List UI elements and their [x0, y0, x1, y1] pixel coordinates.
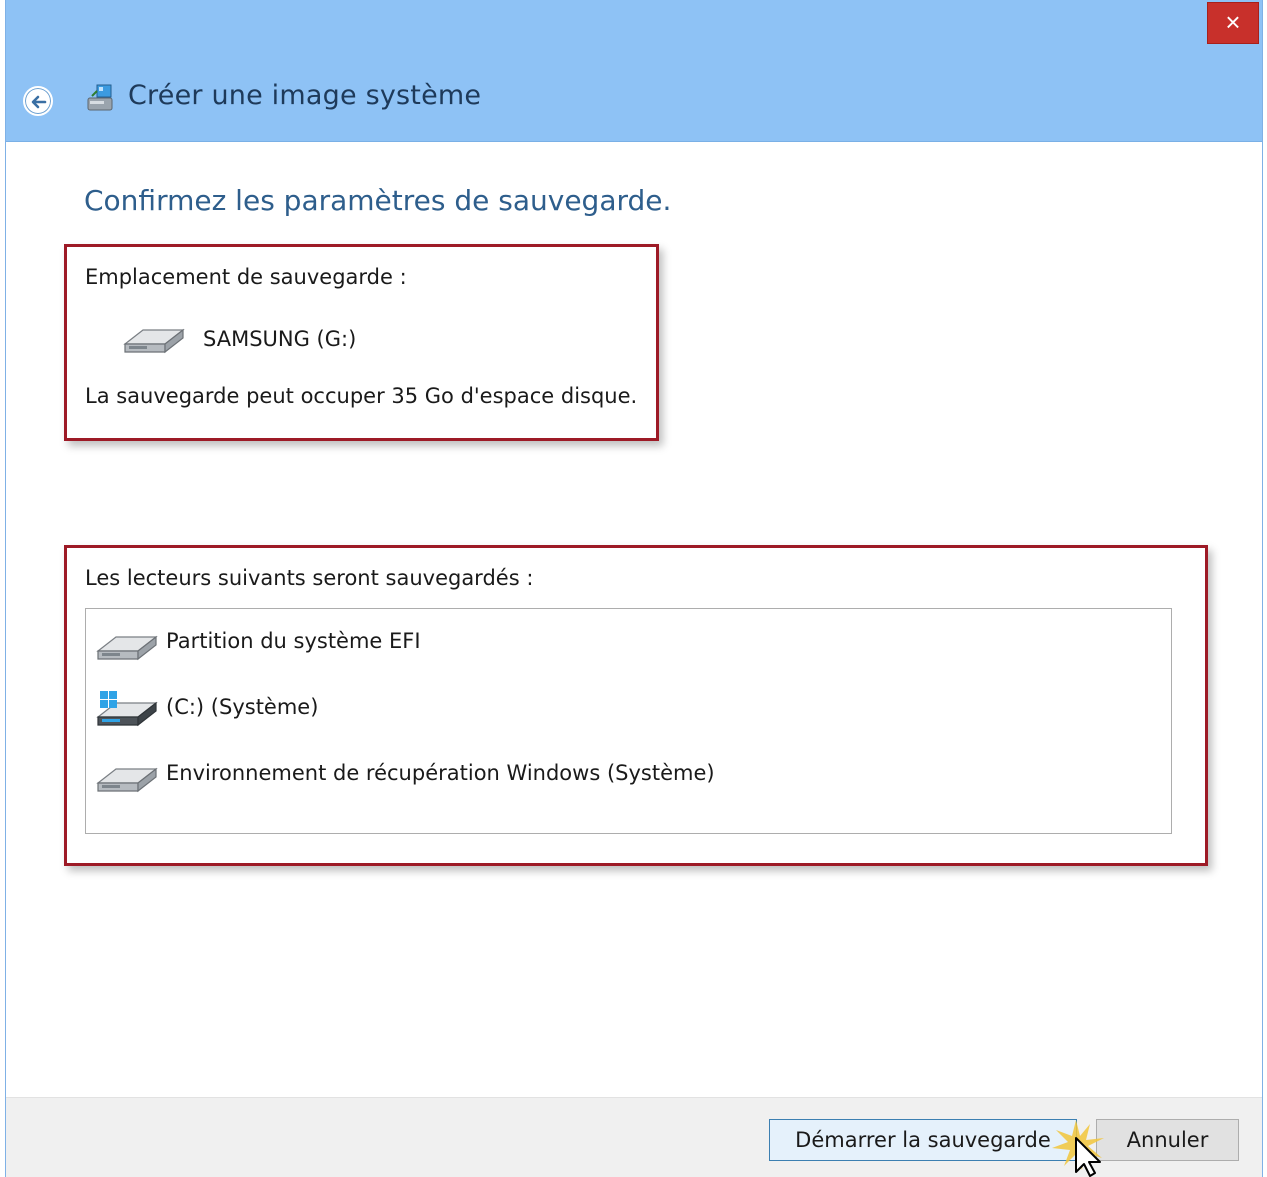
- drive-label: Environnement de récupération Windows (S…: [166, 761, 715, 785]
- close-button[interactable]: ×: [1207, 2, 1259, 44]
- hard-drive-icon: [96, 767, 158, 793]
- hard-drive-icon: [123, 328, 185, 354]
- title-bar: × Créer une image système: [6, 0, 1262, 142]
- system-image-icon: [87, 84, 113, 111]
- click-cursor-icon: [1052, 1120, 1104, 1177]
- location-title: Emplacement de sauvegarde :: [85, 265, 407, 289]
- drive-label: Partition du système EFI: [166, 629, 421, 653]
- location-drive-name: SAMSUNG (G:): [203, 327, 357, 351]
- back-arrow-icon: [31, 95, 47, 109]
- list-item: Partition du système EFI: [96, 621, 1156, 671]
- disk-space-note: La sauvegarde peut occuper 35 Go d'espac…: [85, 384, 638, 408]
- start-backup-button[interactable]: Démarrer la sauvegarde: [769, 1119, 1077, 1161]
- dialog-window: × Créer une image système Confirmez les …: [5, 0, 1263, 1177]
- drive-label: (C:) (Système): [166, 695, 319, 719]
- windows-drive-icon: [96, 691, 158, 727]
- hard-drive-icon: [96, 635, 158, 661]
- drives-list[interactable]: Partition du système EFI (C:) (Système): [85, 608, 1172, 834]
- list-item: (C:) (Système): [96, 687, 1156, 737]
- list-item: Environnement de récupération Windows (S…: [96, 753, 1156, 803]
- page-heading: Confirmez les paramètres de sauvegarde.: [84, 184, 672, 217]
- drives-section: Les lecteurs suivants seront sauvegardés…: [64, 545, 1208, 866]
- cancel-button[interactable]: Annuler: [1096, 1119, 1239, 1161]
- back-button[interactable]: [23, 86, 53, 116]
- drives-title: Les lecteurs suivants seront sauvegardés…: [85, 566, 534, 590]
- backup-location-section: Emplacement de sauvegarde : SAMSUNG (G:)…: [64, 244, 659, 441]
- window-title: Créer une image système: [128, 80, 482, 111]
- content-area: Confirmez les paramètres de sauvegarde. …: [6, 142, 1262, 1097]
